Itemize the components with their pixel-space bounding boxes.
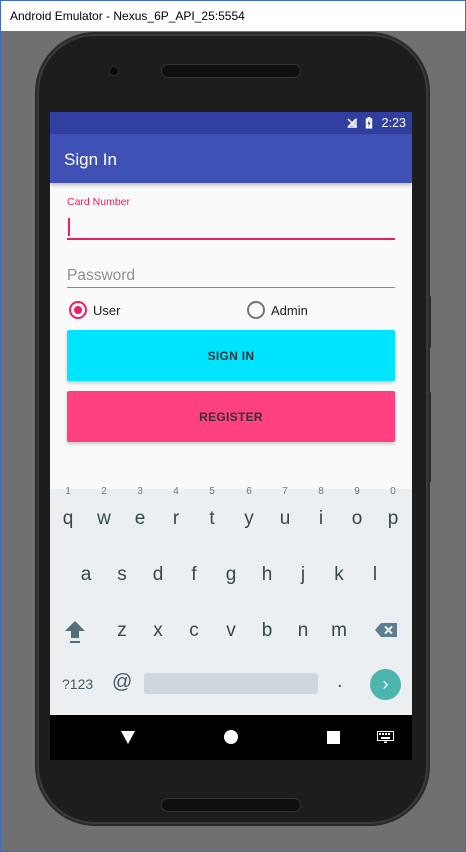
text-cursor (68, 218, 70, 236)
radio-admin[interactable]: Admin (247, 300, 308, 320)
key-o[interactable]: 9o (342, 486, 372, 539)
key-m[interactable]: m (324, 611, 354, 651)
key-r[interactable]: 4r (161, 486, 191, 539)
status-bar: 2:23 (50, 112, 412, 134)
back-icon[interactable] (121, 731, 135, 744)
key-g[interactable]: g (216, 555, 246, 595)
key-z[interactable]: z (107, 611, 137, 651)
radio-checked-icon (69, 301, 87, 319)
window-titlebar[interactable]: Android Emulator - Nexus_6P_API_25:5554 (1, 1, 465, 31)
home-icon[interactable] (224, 730, 238, 744)
spacebar[interactable] (144, 673, 318, 694)
radio-unchecked-icon (247, 301, 265, 319)
sign-in-button[interactable]: SIGN IN (67, 330, 395, 381)
window-title: Android Emulator - Nexus_6P_API_25:5554 (10, 9, 245, 23)
key-v[interactable]: v (216, 611, 246, 651)
navigation-bar (50, 715, 412, 760)
chevron-right-icon: › (382, 674, 389, 694)
key-c[interactable]: c (179, 611, 209, 651)
power-button (428, 296, 431, 348)
key-i[interactable]: 8i (306, 486, 336, 539)
keyboard-switch-icon[interactable] (377, 731, 394, 743)
key-b[interactable]: b (252, 611, 282, 651)
no-signal-icon (347, 118, 357, 128)
key-q[interactable]: 1q (53, 486, 83, 539)
key-d[interactable]: d (143, 555, 173, 595)
app-bar: Sign In (50, 134, 412, 183)
key-t[interactable]: 5t (197, 486, 227, 539)
device-screen: 2:23 Sign In Card Number User Admin SIGN… (50, 112, 412, 760)
card-number-input[interactable] (67, 216, 395, 240)
radio-user-label: User (93, 302, 121, 318)
front-camera-icon (109, 66, 119, 76)
key-j[interactable]: j (288, 555, 318, 595)
recents-icon[interactable] (327, 731, 340, 744)
key-n[interactable]: n (288, 611, 318, 651)
key-y[interactable]: 6y (234, 486, 264, 539)
soft-keyboard: 1q 2w 3e 4r 5t 6y 7u 8i 9o 0p a s d f g … (50, 486, 412, 715)
radio-admin-label: Admin (271, 302, 308, 318)
key-k[interactable]: k (324, 555, 354, 595)
key-s[interactable]: s (107, 555, 137, 595)
volume-rocker (428, 392, 431, 482)
radio-user[interactable]: User (69, 300, 120, 320)
at-key[interactable]: @ (112, 671, 132, 694)
backspace-icon[interactable] (374, 622, 398, 638)
card-number-label: Card Number (67, 196, 131, 208)
page-title: Sign In (64, 150, 117, 169)
key-p[interactable]: 0p (378, 486, 408, 539)
key-w[interactable]: 2w (89, 486, 119, 539)
key-a[interactable]: a (71, 555, 101, 595)
key-u[interactable]: 7u (270, 486, 300, 539)
key-x[interactable]: x (143, 611, 173, 651)
key-l[interactable]: l (360, 555, 390, 595)
period-key[interactable]: . (337, 670, 343, 693)
status-time: 2:23 (381, 116, 406, 130)
bottom-speaker (161, 798, 301, 812)
top-speaker (161, 64, 301, 78)
key-e[interactable]: 3e (125, 486, 155, 539)
key-f[interactable]: f (179, 555, 209, 595)
symbols-key[interactable]: ?123 (62, 676, 93, 692)
battery-charging-icon (365, 117, 373, 129)
password-input[interactable] (67, 264, 395, 288)
enter-key[interactable]: › (370, 669, 401, 700)
register-button[interactable]: REGISTER (67, 391, 395, 442)
key-h[interactable]: h (252, 555, 282, 595)
shift-icon[interactable] (64, 619, 86, 645)
